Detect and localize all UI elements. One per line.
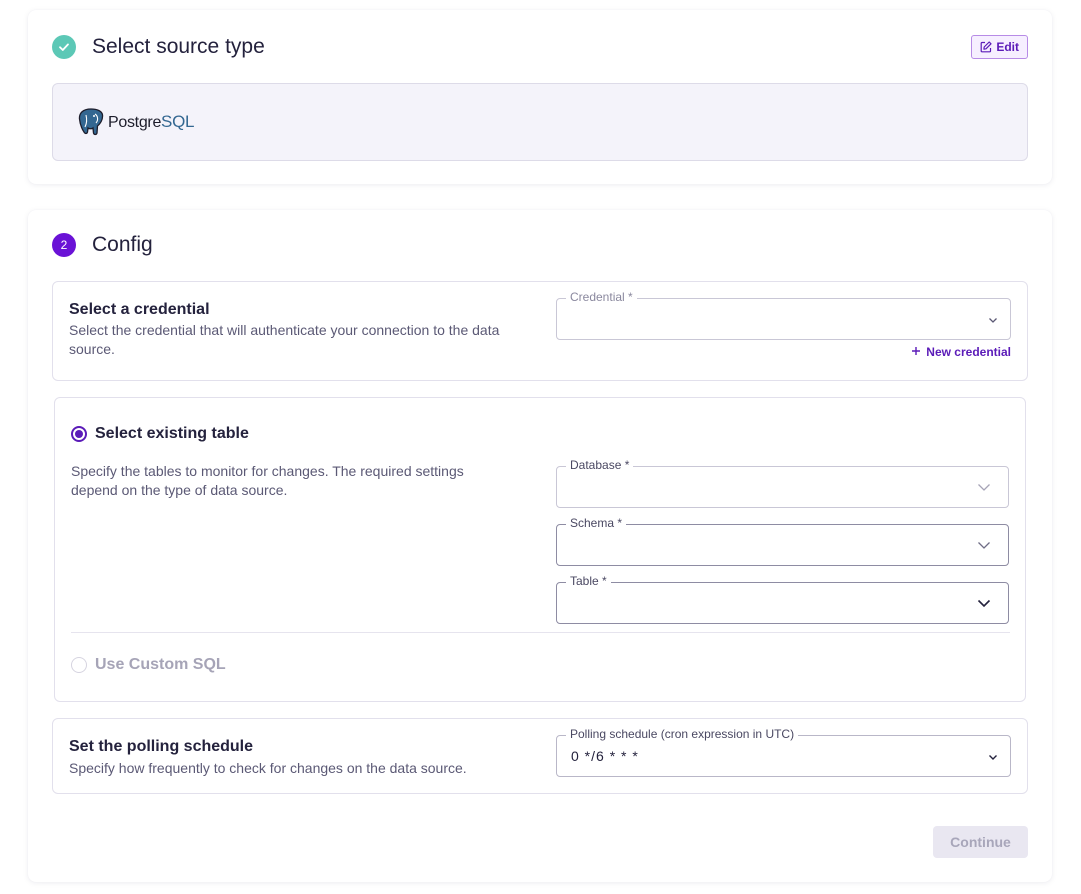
section-divider bbox=[71, 632, 1010, 633]
database-label: Database * bbox=[566, 458, 634, 472]
postgresql-wordmark: PostgreSQL bbox=[108, 112, 195, 131]
elephant-icon bbox=[78, 108, 104, 136]
step1-title: Select source type bbox=[92, 35, 265, 58]
table-select[interactable]: Table * bbox=[556, 574, 1009, 624]
credential-label: Credential * bbox=[566, 290, 637, 304]
schema-select[interactable]: Schema * bbox=[556, 516, 1009, 566]
database-select[interactable]: Database * bbox=[556, 458, 1009, 508]
existing-table-description: Specify the tables to monitor for change… bbox=[71, 463, 464, 498]
custom-sql-label[interactable]: Use Custom SQL bbox=[95, 656, 226, 674]
chevron-down-icon bbox=[989, 318, 997, 323]
schema-label: Schema * bbox=[566, 516, 627, 530]
source-type-card: Select source type Edit PostgreSQL bbox=[28, 10, 1052, 184]
check-icon bbox=[52, 35, 76, 59]
step2-header: 2 Config bbox=[52, 233, 153, 257]
config-card: 2 Config Select a credential Select the … bbox=[28, 210, 1052, 882]
credential-section: Select a credential Select the credentia… bbox=[52, 281, 1028, 381]
step2-title: Config bbox=[92, 233, 153, 256]
existing-table-radio[interactable] bbox=[71, 426, 87, 442]
credential-title: Select a credential bbox=[69, 301, 210, 318]
chevron-down-icon bbox=[989, 755, 997, 760]
chevron-down-icon bbox=[978, 542, 990, 549]
plus-icon bbox=[911, 345, 921, 359]
chevron-down-icon bbox=[977, 599, 991, 608]
polling-description: Specify how frequently to check for chan… bbox=[69, 760, 467, 776]
step1-header: Select source type bbox=[52, 35, 265, 59]
postgresql-logo: PostgreSQL bbox=[77, 107, 194, 137]
credential-select[interactable]: Credential * bbox=[556, 290, 1011, 340]
new-credential-label: New credential bbox=[926, 345, 1011, 359]
step-number-badge: 2 bbox=[52, 233, 76, 257]
polling-label: Polling schedule (cron expression in UTC… bbox=[566, 727, 799, 741]
credential-description: Select the credential that will authenti… bbox=[69, 322, 500, 357]
edit-icon bbox=[980, 41, 992, 53]
edit-label: Edit bbox=[996, 40, 1019, 54]
selected-source: PostgreSQL bbox=[52, 83, 1028, 161]
existing-table-label[interactable]: Select existing table bbox=[95, 425, 249, 443]
chevron-down-icon bbox=[978, 484, 990, 491]
new-credential-link[interactable]: New credential bbox=[911, 345, 1011, 359]
polling-schedule-select[interactable]: Polling schedule (cron expression in UTC… bbox=[556, 727, 1011, 777]
table-label: Table * bbox=[566, 574, 611, 588]
custom-sql-radio[interactable] bbox=[71, 657, 87, 673]
edit-button[interactable]: Edit bbox=[971, 35, 1028, 59]
table-selection-section: Select existing table Specify the tables… bbox=[54, 397, 1026, 702]
polling-title: Set the polling schedule bbox=[69, 738, 254, 755]
polling-section: Set the polling schedule Specify how fre… bbox=[52, 718, 1028, 794]
polling-value: 0 */6 * * * bbox=[571, 748, 639, 764]
continue-button[interactable]: Continue bbox=[933, 826, 1028, 858]
